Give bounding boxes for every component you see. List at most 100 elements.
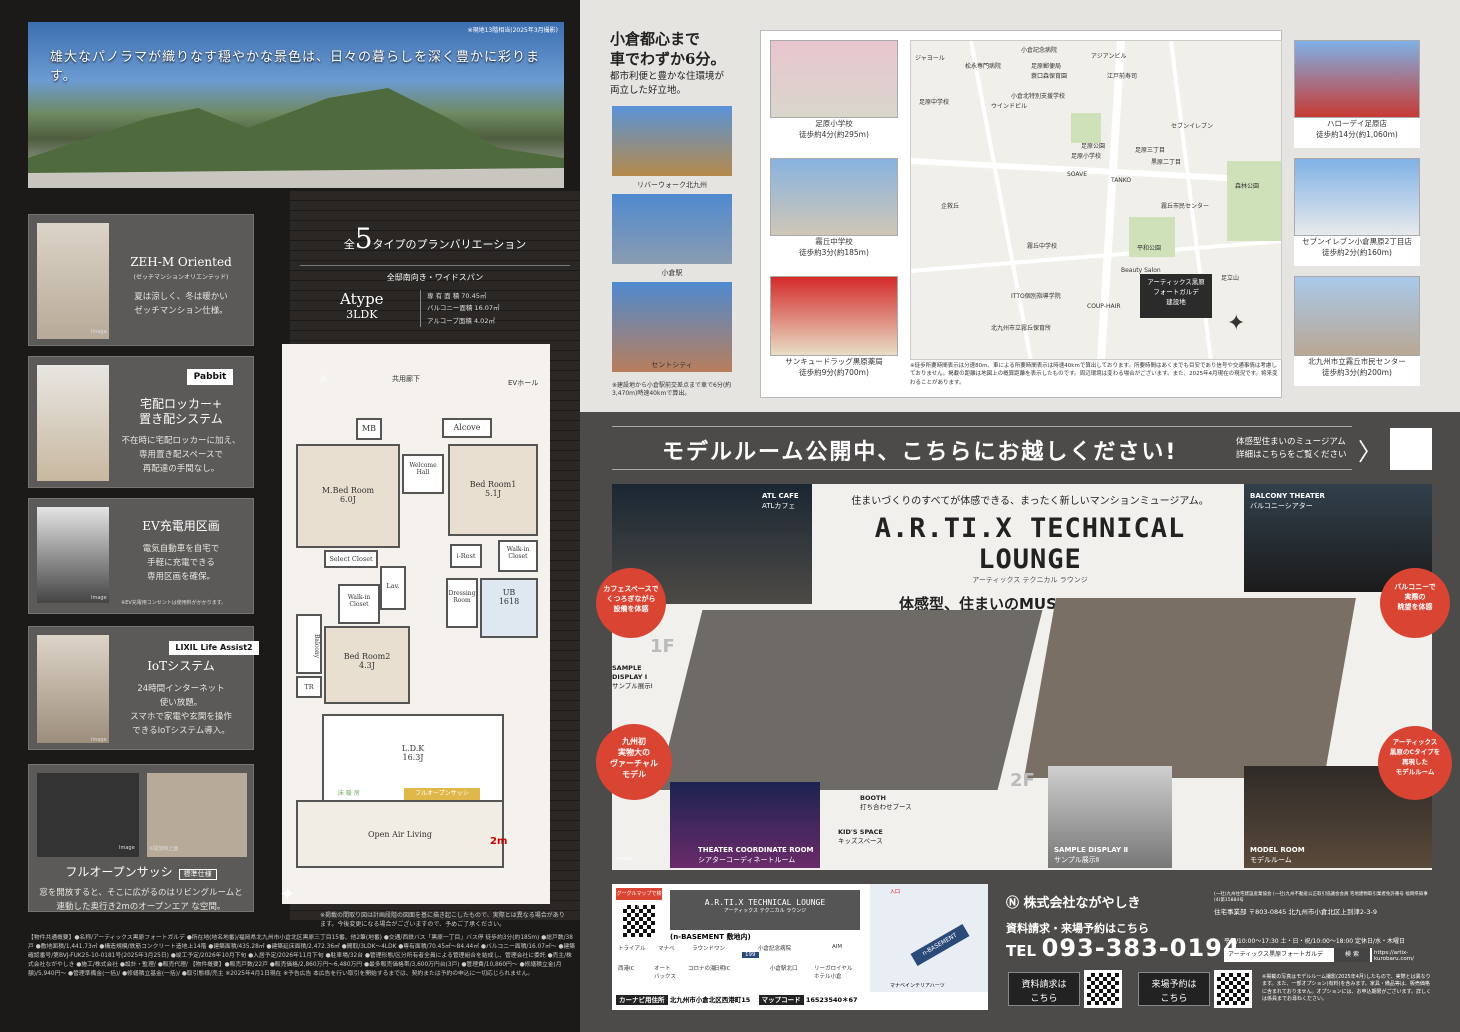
sign-title: A.R.TI.X TECHNICAL LOUNGE <box>704 898 826 907</box>
feature-desc-2: 使い放題。 <box>159 698 203 708</box>
banner-side[interactable]: 体感型住まいのミュージアム 詳細はこちらをご覧ください <box>1236 436 1347 462</box>
route-map: トライアル マナベ ラウンドワン 小倉記念病院 AIM 西港IC オート バック… <box>618 944 853 980</box>
plan-hall: 共用廊下 <box>392 375 420 383</box>
request-button[interactable]: 資料請求は こちら <box>1008 972 1080 1006</box>
n-basement-label: n-BASEMENT <box>910 923 970 967</box>
plan-header: 全5タイプのプランバリエーション 全邸南向き・ワイドスパン <box>300 222 570 283</box>
spec-area: 専 有 面 積 70.45㎡ <box>427 292 487 300</box>
photo-school-cap: 足原小学校 徒歩約4分(約295m) <box>770 118 898 148</box>
plan-bed2: Bed Room2 4.3J <box>324 626 410 704</box>
map-label: 足原中学校 <box>919 99 950 106</box>
map-label: 足原三丁目 <box>1135 147 1166 154</box>
hero-caption: 雄大なパノラマが織りなす穏やかな景色は、日々の暮らしを深く豊かに彩ります。 <box>50 50 541 84</box>
company-note: ※掲載の写真はモデルルーム撮影(2025年4月)したもので、実際とは異なります。… <box>1262 974 1432 1002</box>
spec-alcove: アルコーブ面積 4.02㎡ <box>427 316 495 325</box>
feature-photo <box>37 635 109 743</box>
museum-qr-code[interactable] <box>1390 428 1432 470</box>
model-room-banner: モデルルーム公開中、こちらにお越しください! 体感型住まいのミュージアム 詳細はこ… <box>612 426 1382 470</box>
feature-ev: Image EV充電用区画 電気自動車を自宅で 手軽に充電できる 専用区画を確保… <box>28 498 254 614</box>
company-name: Ⓝ 株式会社ながやしき <box>1006 896 1141 911</box>
plan-ub: UB 1618 <box>480 578 538 638</box>
area-map: 小倉記念病院 アジアンビル 松永専門病院 足原郵便局 蓑口森保育園 足原小学校 … <box>910 40 1282 360</box>
feature-title-text: フルオープンサッシ <box>65 865 173 879</box>
map-label: 足原公園 <box>1081 143 1106 150</box>
visit-button[interactable]: 来場予約は こちら <box>1138 972 1210 1006</box>
map-note: ※徒歩所要時間表示は分速80m、車による所要時間表示は時速40kmで算出しており… <box>910 363 1278 386</box>
lixil-logo: LIXIL Life Assist2 <box>169 641 259 655</box>
access-head-2: 車でわずか6分。 <box>610 49 726 68</box>
map-label: 企救丘 <box>941 203 960 210</box>
entrance-label: 入口 <box>890 889 901 895</box>
legal-text: 【物件共通概要】●名称/アーティックス黒原フォートガルデ ●所在地(地名地番)/… <box>28 935 576 977</box>
photo-note: ※現地13階相当(2025年3月撮影) <box>467 27 558 34</box>
photo-halloday-cap: ハローデイ足原店 徒歩約14分(約1,060m) <box>1294 118 1420 148</box>
site-url[interactable]: https://artix-kurobaru.com/ <box>1374 950 1436 962</box>
plan-select-closet: Select Closet <box>324 550 378 568</box>
feature-desc-2: ゼッチマンション仕様。 <box>134 306 228 316</box>
feature-desc-1: 夏は涼しく、冬は暖かい <box>134 292 228 302</box>
open-caption: ※開放時上面 <box>149 846 179 852</box>
floor-1f-illustration <box>657 610 1043 790</box>
cafe-label: ATL CAFE ATLカフェ <box>762 492 799 510</box>
plan-type: Atype 3LDK <box>340 290 384 321</box>
plan-balcony: Balcony <box>296 614 322 674</box>
type-name: Atype <box>340 290 384 308</box>
nav-address: カーナビ用住所 北九州市小倉北区西港町15 マップコード 16523540＊67 <box>616 994 868 1008</box>
map-label: ITTO個別指導学院 <box>1011 293 1061 300</box>
map-label: 蓑口森保育園 <box>1031 73 1068 80</box>
floor-2f-illustration <box>1024 598 1356 778</box>
kids-label: KID'S SPACE キッズスペース <box>838 828 883 846</box>
feature-desc-2: 専用置き配スペースで <box>139 450 223 460</box>
lounge-name: A.R.TI.X TECHNICAL LOUNGE <box>874 513 1186 575</box>
photo-seven-cap: セブンイレブン小倉黒原2丁目店 徒歩約2分(約160m) <box>1294 236 1420 266</box>
company-info: Ⓝ 株式会社ながやしき (一社)九州住宅建設産業協会 (一社)九州不動産公正取引… <box>1000 884 1436 1010</box>
sample2-label: SAMPLE DISPLAY Ⅱ サンプル展示Ⅱ <box>1054 846 1129 864</box>
lounge-mini-map: n-BASEMENT マナベインテリアハーツ 入口 <box>870 884 988 992</box>
circle-virtual: 九州初 実物大の ヴァーチャル モデル <box>596 724 672 800</box>
map-label: 北九州市立霧丘保育所 <box>991 325 1052 332</box>
map-label: 森林公園 <box>1235 183 1260 190</box>
request-qr-code[interactable] <box>1084 970 1122 1008</box>
photo-center-cap: 北九州市立霧丘市民センター 徒歩約3分(約200m) <box>1294 356 1420 386</box>
circle-cafe: カフェスペースで くつろぎながら 設備を体感 <box>596 568 666 638</box>
access-sub-1: 都市利便と豊かな住環境が <box>610 71 725 82</box>
access-sub: 都市利便と豊かな住環境が 両立した好立地。 <box>610 70 724 98</box>
plan-intro-post: タイプのプランバリエーション <box>372 238 527 251</box>
plan-sash-label: フルオープンサッシ <box>404 788 480 800</box>
company-logo-icon: Ⓝ <box>1006 896 1024 911</box>
photo-junior-high-cap: 霧丘中学校 徒歩約3分(約185m) <box>770 236 898 266</box>
feature-desc-4: できるIoTシステム導入。 <box>132 726 230 736</box>
compass-icon: ✦ <box>280 884 296 905</box>
feature-photo <box>37 365 109 481</box>
map-label: 小倉記念病院 <box>1021 47 1058 54</box>
floor-plan: 共用廊下 EVホール 光 MB Alcove Welcome Hall M.Be… <box>282 344 550 904</box>
search-button[interactable]: 検 索 <box>1334 948 1370 962</box>
hero-photo: 雄大なパノラマが織りなす穏やかな景色は、日々の暮らしを深く豊かに彩ります。 ※現… <box>28 22 564 188</box>
ev-note: ※EV充電用コンセントは使用料がかかります。 <box>121 600 227 606</box>
map-label: 足原郵便局 <box>1031 63 1062 70</box>
map-label: Beauty Salon <box>1121 267 1161 274</box>
qr-label: グーグルマップで検索 <box>616 888 662 909</box>
floor-label-2f: 2F <box>1010 770 1035 791</box>
map-label: 霧丘中学校 <box>1027 243 1058 250</box>
access-heading: 小倉都心まで 車でわずか6分。 <box>610 30 725 69</box>
visit-qr-code[interactable] <box>1214 970 1252 1008</box>
circle-model: アーティックス 黒原のCタイプを 再現した モデルルーム <box>1378 726 1452 800</box>
plan-note: ※掲載の間取り図は計画段階の図面を基に描き起こしたもので、実際とは異なる場合があ… <box>320 912 565 928</box>
tel-line[interactable]: TEL 093-383-0194 <box>1006 934 1241 962</box>
feature-desc-3: スマホで家電や玄関を操作 <box>130 712 232 722</box>
map-label: 江戸前寿司 <box>1107 73 1138 80</box>
plan-mbed: M.Bed Room 6.0J <box>296 444 400 548</box>
landmark-photo-kokura <box>612 194 732 264</box>
map-label: 霧丘市民センター <box>1161 203 1210 210</box>
circle-balcony: バルコニーで 実際の 眺望を体感 <box>1380 568 1450 638</box>
landmark-kokura: 小倉駅 <box>661 269 683 277</box>
map-label: 黒原二丁目 <box>1151 159 1182 166</box>
feature-desc-1: 不在時に宅配ロッカーに加え、 <box>121 436 241 446</box>
plan-specs: 専 有 面 積 70.45㎡ バルコニー面積 16.07㎡ アルコーブ面積 4.… <box>420 290 500 328</box>
feature-iot: Image LIXIL Life Assist2 IoTシステム 24時間インタ… <box>28 626 259 750</box>
photo-halloday <box>1294 40 1420 118</box>
plan-light: 光 <box>320 375 327 383</box>
chevron-right-icon[interactable]: 〉 <box>1358 432 1382 467</box>
photo-drugstore <box>770 276 898 356</box>
